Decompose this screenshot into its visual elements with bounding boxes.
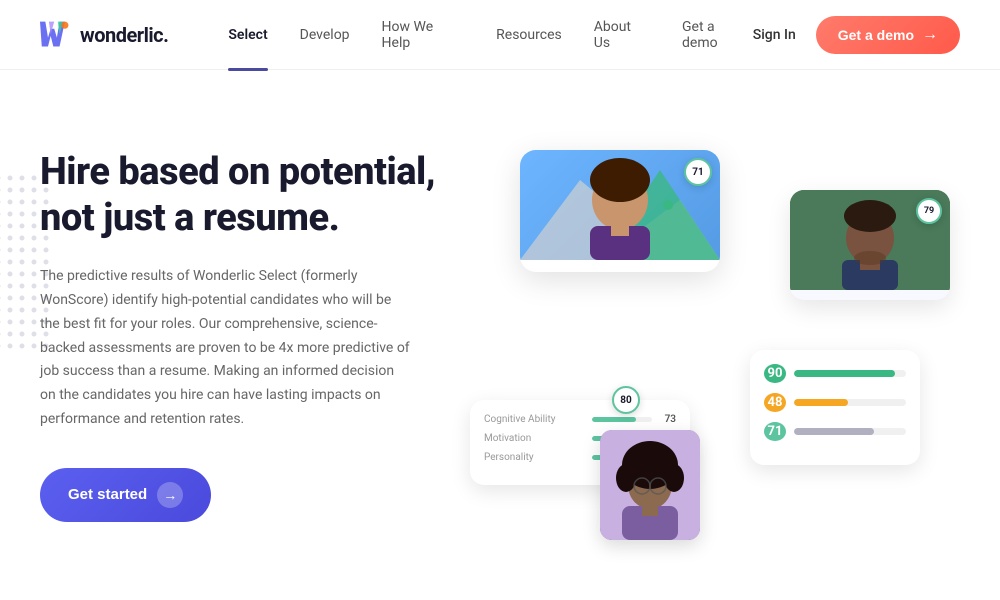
get-demo-button[interactable]: Get a demo → [816, 16, 960, 54]
score-badge-80: 80 [612, 386, 640, 414]
nav-item-how-we-help[interactable]: How We Help [382, 19, 465, 51]
assess-bar-cognitive [592, 417, 652, 422]
get-started-button[interactable]: Get started → [40, 468, 211, 522]
score-row-90: 90 [764, 364, 906, 383]
assess-score-cognitive: 73 [658, 414, 676, 425]
score-bar-fill-48 [794, 399, 848, 406]
wonderlic-logo-icon [40, 21, 72, 49]
assess-label-motivation: Motivation [484, 433, 586, 444]
assess-row-cognitive: Cognitive Ability 73 [484, 414, 676, 425]
arrow-icon: → [922, 26, 938, 44]
nav-links: Select Develop How We Help Resources Abo… [228, 19, 752, 51]
nav-item-select[interactable]: Select [228, 27, 267, 43]
score-value-71: 71 [764, 422, 786, 441]
hero-left: Hire based on potential, not just a resu… [40, 130, 460, 522]
hero-section: // We'll render dots via inline approach [0, 70, 1000, 600]
candidate-avatar-woman2 [600, 430, 700, 540]
assess-label-cognitive: Cognitive Ability [484, 414, 586, 425]
nav-item-develop[interactable]: Develop [300, 27, 350, 43]
score-bar-fill-90 [794, 370, 895, 377]
score-badge-71: 71 [684, 158, 712, 186]
nav-right: Sign In Get a demo → [753, 16, 960, 54]
logo[interactable]: wonderlic. [40, 21, 168, 49]
score-row-48: 48 [764, 393, 906, 412]
arrow-right-icon: → [157, 482, 183, 508]
score-bars-card: 90 48 71 [750, 350, 920, 465]
assess-label-personality: Personality [484, 452, 586, 463]
navbar: wonderlic. Select Develop How We Help Re… [0, 0, 1000, 70]
candidate-card-man: 79 [790, 190, 950, 300]
score-bar-bg-71 [794, 428, 906, 435]
sign-in-link[interactable]: Sign In [753, 27, 796, 43]
logo-text: wonderlic. [80, 23, 168, 47]
score-value-48: 48 [764, 393, 786, 412]
score-value-90: 90 [764, 364, 786, 383]
nav-item-about-us[interactable]: About Us [594, 19, 650, 51]
candidate-card-woman: 71 [520, 150, 720, 272]
hero-description: The predictive results of Wonderlic Sele… [40, 265, 410, 432]
score-bar-fill-71 [794, 428, 874, 435]
hero-illustration: 71 79 [460, 130, 960, 600]
score-bar-bg-48 [794, 399, 906, 406]
candidate-photo-woman: 71 [520, 150, 720, 260]
nav-item-get-a-demo[interactable]: Get a demo [682, 19, 753, 51]
score-badge-79: 79 [916, 198, 942, 224]
hero-title: Hire based on potential, not just a resu… [40, 150, 460, 241]
score-row-71: 71 [764, 422, 906, 441]
woman2-portrait [600, 430, 700, 540]
candidate-photo-man: 79 [790, 190, 950, 290]
score-bar-bg-90 [794, 370, 906, 377]
nav-item-resources[interactable]: Resources [496, 27, 562, 43]
assess-fill-cognitive [592, 417, 636, 422]
